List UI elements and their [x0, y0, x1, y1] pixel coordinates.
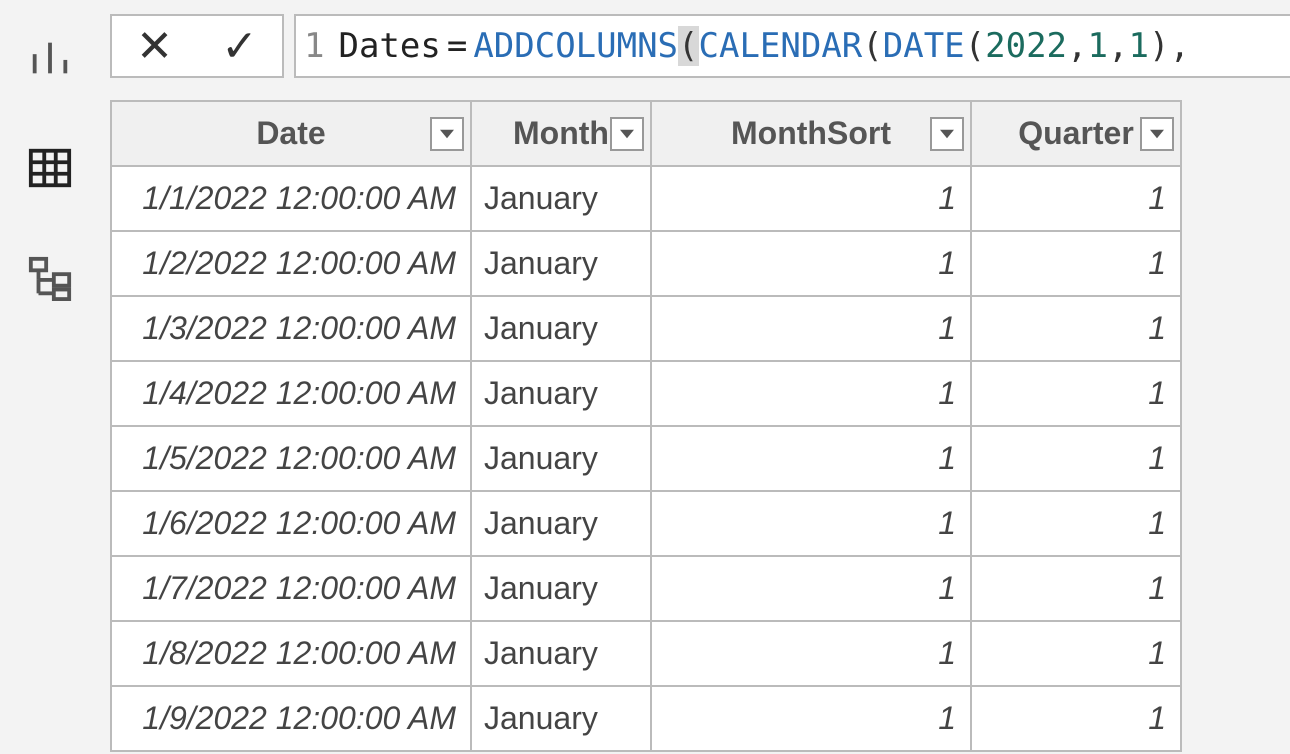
table-row[interactable]: 1/2/2022 12:00:00 AMJanuary11	[111, 231, 1181, 296]
view-switcher	[0, 0, 100, 754]
cell-month[interactable]: January	[471, 491, 651, 556]
formula-fn-addcolumns: ADDCOLUMNS	[473, 26, 678, 66]
cell-monthsort[interactable]: 1	[651, 231, 971, 296]
column-label: Month	[513, 115, 609, 151]
grid-header: Date Month MonthSort	[111, 101, 1181, 166]
cell-monthsort[interactable]: 1	[651, 686, 971, 751]
filter-button-month[interactable]	[610, 117, 644, 151]
filter-button-date[interactable]	[430, 117, 464, 151]
cell-date[interactable]: 1/6/2022 12:00:00 AM	[111, 491, 471, 556]
formula-day-arg: 1	[1128, 26, 1148, 66]
check-icon: ✓	[221, 21, 258, 72]
cell-quarter[interactable]: 1	[971, 361, 1181, 426]
formula-comma-1: ,	[1067, 26, 1087, 66]
formula-actions: ✕ ✓	[110, 14, 284, 78]
column-label: Date	[256, 115, 325, 151]
model-view-button[interactable]	[23, 250, 78, 305]
chevron-down-icon	[1150, 129, 1164, 139]
cell-quarter[interactable]: 1	[971, 556, 1181, 621]
formula-comma-2: ,	[1108, 26, 1128, 66]
cell-quarter[interactable]: 1	[971, 491, 1181, 556]
table-icon	[27, 145, 73, 191]
chevron-down-icon	[940, 129, 954, 139]
data-view-button[interactable]	[23, 140, 78, 195]
commit-formula-button[interactable]: ✓	[197, 16, 282, 76]
cancel-formula-button[interactable]: ✕	[112, 16, 197, 76]
table-row[interactable]: 1/8/2022 12:00:00 AMJanuary11	[111, 621, 1181, 686]
column-header-monthsort[interactable]: MonthSort	[651, 101, 971, 166]
report-view-button[interactable]	[23, 30, 78, 85]
data-grid-wrap: Date Month MonthSort	[110, 100, 1290, 752]
column-label: MonthSort	[731, 115, 891, 151]
cell-month[interactable]: January	[471, 296, 651, 361]
x-icon: ✕	[136, 21, 173, 72]
table-row[interactable]: 1/7/2022 12:00:00 AMJanuary11	[111, 556, 1181, 621]
cell-date[interactable]: 1/7/2022 12:00:00 AM	[111, 556, 471, 621]
cell-quarter[interactable]: 1	[971, 296, 1181, 361]
cell-monthsort[interactable]: 1	[651, 556, 971, 621]
model-icon	[27, 255, 73, 301]
main-area: ✕ ✓ 1 Dates = ADDCOLUMNS ( CALENDAR ( DA…	[100, 0, 1290, 754]
cell-monthsort[interactable]: 1	[651, 491, 971, 556]
formula-year: 2022	[985, 26, 1067, 66]
cell-monthsort[interactable]: 1	[651, 296, 971, 361]
cell-quarter[interactable]: 1	[971, 231, 1181, 296]
formula-fn-calendar: CALENDAR	[699, 26, 863, 66]
formula-fn-date: DATE	[883, 26, 965, 66]
cell-date[interactable]: 1/9/2022 12:00:00 AM	[111, 686, 471, 751]
formula-comma-3: ,	[1169, 26, 1189, 66]
filter-button-monthsort[interactable]	[930, 117, 964, 151]
chevron-down-icon	[440, 129, 454, 139]
formula-table-name: Dates	[338, 26, 440, 66]
cell-date[interactable]: 1/1/2022 12:00:00 AM	[111, 166, 471, 231]
formula-close-paren-1: )	[1149, 26, 1169, 66]
power-bi-data-view: ✕ ✓ 1 Dates = ADDCOLUMNS ( CALENDAR ( DA…	[0, 0, 1290, 754]
table-row[interactable]: 1/4/2022 12:00:00 AMJanuary11	[111, 361, 1181, 426]
formula-equals: =	[447, 26, 467, 66]
cell-month[interactable]: January	[471, 361, 651, 426]
cell-quarter[interactable]: 1	[971, 686, 1181, 751]
cell-date[interactable]: 1/8/2022 12:00:00 AM	[111, 621, 471, 686]
data-grid: Date Month MonthSort	[110, 100, 1182, 752]
formula-open-paren-3: (	[965, 26, 985, 66]
cell-month[interactable]: January	[471, 556, 651, 621]
cell-date[interactable]: 1/5/2022 12:00:00 AM	[111, 426, 471, 491]
cell-quarter[interactable]: 1	[971, 426, 1181, 491]
cell-month[interactable]: January	[471, 621, 651, 686]
table-row[interactable]: 1/3/2022 12:00:00 AMJanuary11	[111, 296, 1181, 361]
formula-month-arg: 1	[1088, 26, 1108, 66]
cell-monthsort[interactable]: 1	[651, 361, 971, 426]
column-label: Quarter	[1018, 115, 1134, 151]
cell-quarter[interactable]: 1	[971, 621, 1181, 686]
formula-row: ✕ ✓ 1 Dates = ADDCOLUMNS ( CALENDAR ( DA…	[110, 14, 1290, 78]
cell-date[interactable]: 1/3/2022 12:00:00 AM	[111, 296, 471, 361]
formula-open-paren-2: (	[862, 26, 882, 66]
filter-button-quarter[interactable]	[1140, 117, 1174, 151]
cell-month[interactable]: January	[471, 426, 651, 491]
column-header-date[interactable]: Date	[111, 101, 471, 166]
table-row[interactable]: 1/6/2022 12:00:00 AMJanuary11	[111, 491, 1181, 556]
cell-quarter[interactable]: 1	[971, 166, 1181, 231]
cell-date[interactable]: 1/2/2022 12:00:00 AM	[111, 231, 471, 296]
table-row[interactable]: 1/5/2022 12:00:00 AMJanuary11	[111, 426, 1181, 491]
cell-monthsort[interactable]: 1	[651, 621, 971, 686]
cell-month[interactable]: January	[471, 231, 651, 296]
cell-monthsort[interactable]: 1	[651, 426, 971, 491]
formula-bar[interactable]: 1 Dates = ADDCOLUMNS ( CALENDAR ( DATE (…	[294, 14, 1290, 78]
cell-monthsort[interactable]: 1	[651, 166, 971, 231]
column-header-month[interactable]: Month	[471, 101, 651, 166]
table-row[interactable]: 1/9/2022 12:00:00 AMJanuary11	[111, 686, 1181, 751]
grid-body: 1/1/2022 12:00:00 AMJanuary111/2/2022 12…	[111, 166, 1181, 751]
formula-open-paren-1: (	[678, 26, 698, 66]
bar-chart-icon	[27, 35, 73, 81]
column-header-quarter[interactable]: Quarter	[971, 101, 1181, 166]
table-row[interactable]: 1/1/2022 12:00:00 AMJanuary11	[111, 166, 1181, 231]
line-number: 1	[304, 26, 324, 66]
cell-month[interactable]: January	[471, 686, 651, 751]
chevron-down-icon	[620, 129, 634, 139]
cell-month[interactable]: January	[471, 166, 651, 231]
cell-date[interactable]: 1/4/2022 12:00:00 AM	[111, 361, 471, 426]
